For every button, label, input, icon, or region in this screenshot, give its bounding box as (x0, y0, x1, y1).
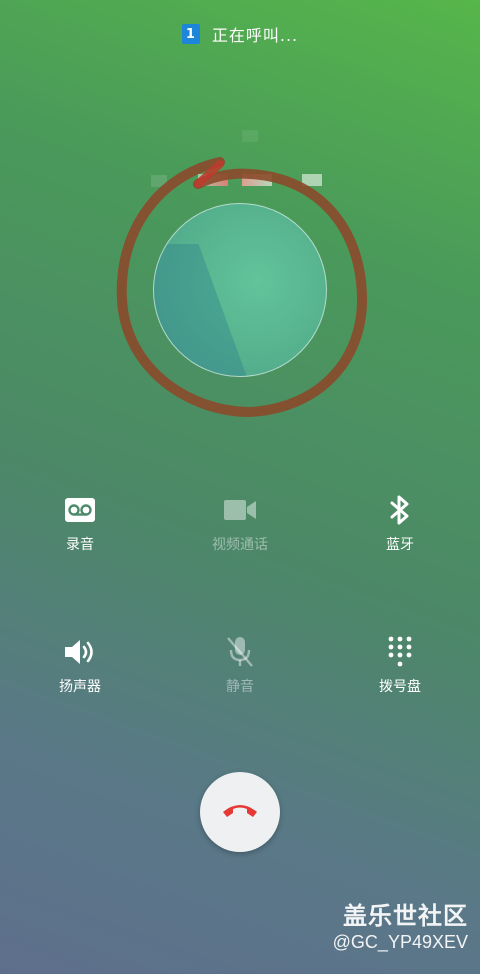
speaker-icon (62, 634, 98, 670)
end-call-icon (220, 800, 260, 824)
bluetooth-icon (382, 492, 418, 528)
video-camera-icon (222, 492, 258, 528)
call-actions-row-2: 扬声器 静音 拨号盘 (0, 634, 480, 696)
bluetooth-label: 蓝牙 (386, 537, 414, 553)
voicemail-icon (62, 492, 98, 528)
record-button[interactable]: 录音 (0, 492, 160, 554)
sim-slot-icon: 1 (181, 24, 200, 44)
video-call-button[interactable]: 视频通话 (160, 492, 320, 554)
glitch-artifact (242, 130, 258, 142)
mute-button[interactable]: 静音 (160, 634, 320, 696)
call-status-text: 正在呼叫... (211, 26, 299, 45)
bluetooth-button[interactable]: 蓝牙 (320, 492, 480, 554)
mute-label: 静音 (226, 679, 254, 695)
end-call-button[interactable] (200, 772, 280, 852)
dialpad-button[interactable]: 拨号盘 (320, 634, 480, 696)
video-call-label: 视频通话 (212, 537, 268, 553)
call-status-bar: 1 正在呼叫... (0, 22, 480, 46)
watermark-brand: 盖乐世社区 (343, 902, 468, 930)
dialpad-icon (382, 634, 418, 670)
speaker-button[interactable]: 扬声器 (0, 634, 160, 696)
speaker-label: 扬声器 (59, 679, 101, 695)
annotation-circle (116, 157, 368, 418)
watermark-user: @GC_YP49XEV (332, 932, 468, 952)
dialpad-label: 拨号盘 (379, 679, 421, 695)
call-actions-row-1: 录音 视频通话 蓝牙 (0, 492, 480, 554)
record-label: 录音 (66, 537, 94, 553)
mute-mic-icon (222, 634, 258, 670)
